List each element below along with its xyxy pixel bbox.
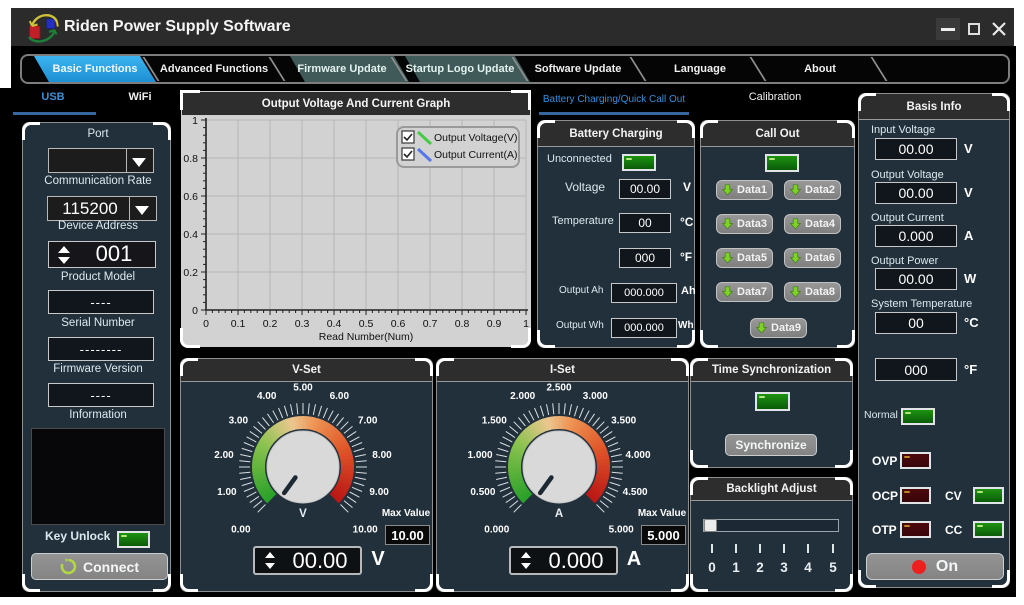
svg-text:8.00: 8.00 (372, 450, 392, 461)
svg-text:10.00: 10.00 (353, 525, 378, 536)
svg-text:0.4: 0.4 (327, 318, 342, 330)
svg-text:2.500: 2.500 (546, 383, 571, 394)
svg-text:0.6: 0.6 (183, 191, 198, 203)
svg-text:A: A (555, 508, 563, 520)
svg-text:3.000: 3.000 (583, 391, 608, 402)
svg-text:2.000: 2.000 (510, 391, 535, 402)
svg-text:0.2: 0.2 (263, 318, 278, 330)
svg-text:0.8: 0.8 (455, 318, 470, 330)
svg-text:5.000: 5.000 (609, 525, 634, 536)
svg-text:4.00: 4.00 (257, 391, 277, 402)
svg-text:0.7: 0.7 (423, 318, 438, 330)
svg-text:3.00: 3.00 (229, 416, 249, 427)
svg-text:0.00: 0.00 (231, 525, 251, 536)
svg-text:0: 0 (203, 318, 209, 330)
svg-text:1.00: 1.00 (217, 487, 237, 498)
svg-text:Read Number(Num): Read Number(Num) (319, 331, 414, 343)
svg-text:4.000: 4.000 (625, 450, 650, 461)
svg-text:0.1: 0.1 (231, 318, 246, 330)
svg-text:0.8: 0.8 (183, 153, 198, 165)
svg-text:0.3: 0.3 (295, 318, 310, 330)
svg-text:5.00: 5.00 (293, 383, 313, 394)
svg-text:0.4: 0.4 (183, 229, 198, 241)
svg-text:Output Voltage(V): Output Voltage(V) (434, 132, 517, 144)
svg-text:0.9: 0.9 (487, 318, 502, 330)
svg-text:3.500: 3.500 (611, 416, 636, 427)
svg-text:0: 0 (192, 305, 198, 317)
svg-text:0.500: 0.500 (470, 487, 495, 498)
svg-text:4.500: 4.500 (623, 487, 648, 498)
svg-text:0.5: 0.5 (359, 318, 374, 330)
svg-text:V: V (299, 508, 307, 520)
svg-text:7.00: 7.00 (358, 416, 378, 427)
svg-text:1.500: 1.500 (482, 416, 507, 427)
svg-text:1.000: 1.000 (467, 450, 492, 461)
svg-text:0.2: 0.2 (183, 267, 198, 279)
svg-text:0.6: 0.6 (391, 318, 406, 330)
svg-text:2.00: 2.00 (214, 450, 234, 461)
svg-text:1: 1 (192, 116, 198, 127)
svg-text:0.000: 0.000 (484, 525, 509, 536)
svg-text:6.00: 6.00 (330, 391, 350, 402)
svg-text:9.00: 9.00 (369, 487, 389, 498)
svg-text:Output Current(A): Output Current(A) (434, 149, 517, 161)
